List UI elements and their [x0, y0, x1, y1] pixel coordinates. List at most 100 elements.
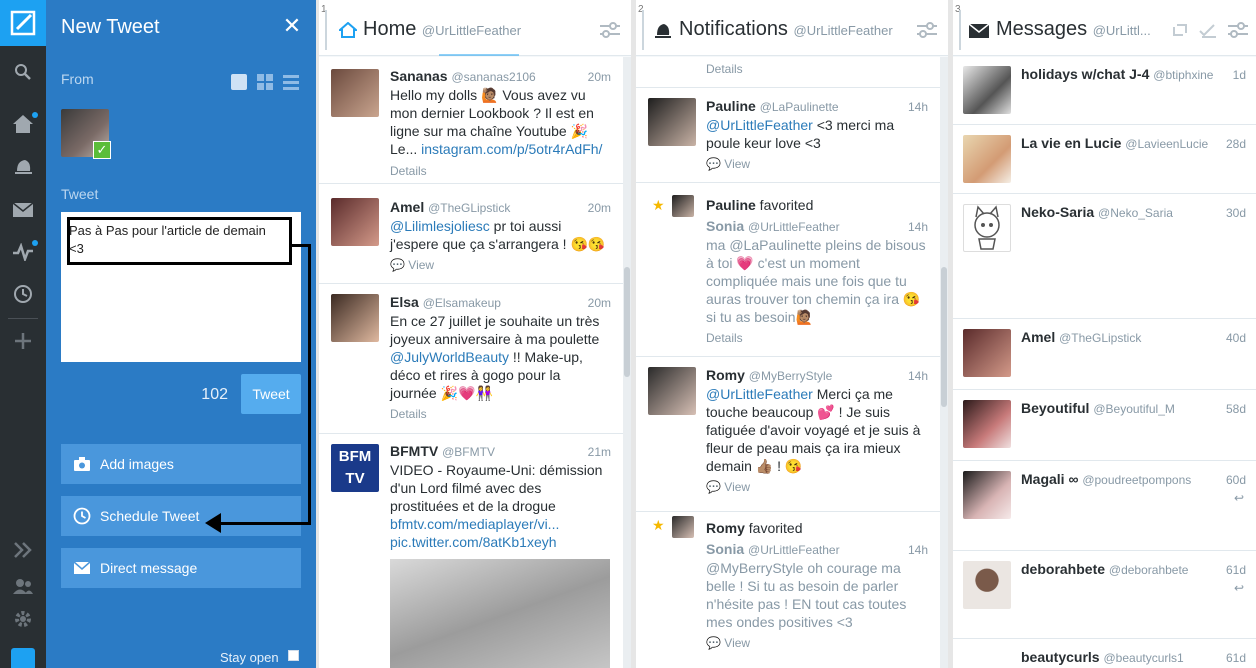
schedule-tweet-button[interactable]: Schedule Tweet [61, 496, 301, 536]
compose-icon[interactable] [0, 0, 46, 46]
message-thread[interactable]: Magali ∞ @poudreetpompons 60d ↩ [953, 461, 1256, 551]
close-icon[interactable]: ✕ [282, 14, 302, 38]
details-link[interactable]: Details [390, 407, 427, 421]
from-account-avatar[interactable]: ✓ [61, 109, 111, 159]
column-title[interactable]: Home @UrLittleFeather [363, 18, 521, 41]
column-settings-icon[interactable] [1227, 22, 1249, 38]
message-thread[interactable]: Beyoutiful @Beyoutiful_M 58d [953, 390, 1256, 461]
details-link[interactable]: Details [706, 62, 743, 76]
message-thread[interactable]: Amel @TheGLipstick 40d [953, 319, 1256, 390]
reply-icon[interactable]: ↩ [1234, 491, 1244, 505]
stay-open-checkbox[interactable] [288, 650, 299, 661]
tweet-time[interactable]: 21m [588, 445, 611, 459]
view-link[interactable]: 💬 View [706, 480, 750, 494]
tweet-author[interactable]: Sananas @sananas2106 [390, 68, 536, 84]
view-link[interactable]: 💬 View [706, 636, 750, 650]
tweet-time[interactable]: 20m [588, 201, 611, 215]
tweet-time[interactable]: 14h [908, 220, 928, 234]
favorite-actor[interactable]: Romy favorited [706, 520, 803, 536]
details-link[interactable]: Details [390, 164, 427, 178]
expand-icon[interactable] [0, 530, 46, 570]
user-avatar[interactable] [963, 471, 1011, 519]
tweet-item[interactable]: Sananas @sananas2106 20m Hello my dolls … [319, 57, 623, 184]
user-avatar[interactable] [648, 367, 696, 415]
message-thread[interactable]: La vie en Lucie @LavieenLucie 28d [953, 125, 1256, 194]
tweet-link[interactable]: instagram.com/p/5otr4rAdFh/ [421, 141, 602, 157]
search-icon[interactable] [0, 52, 46, 92]
scrollbar[interactable] [940, 57, 948, 668]
direct-message-button[interactable]: Direct message [61, 548, 301, 588]
tweet-author[interactable]: BFMTV @BFMTV [390, 443, 495, 459]
tweet-author[interactable]: Elsa @Elsamakeup [390, 294, 501, 310]
user-avatar[interactable] [331, 294, 379, 342]
column-title[interactable]: Messages @UrLittl... [996, 18, 1151, 41]
tweet-author[interactable]: Sonia @UrLittleFeather [706, 541, 840, 557]
activity-icon[interactable] [0, 232, 46, 272]
tweet-item[interactable]: Elsa @Elsamakeup 20m En ce 27 juillet je… [319, 284, 623, 434]
scheduled-icon[interactable] [0, 274, 46, 314]
message-thread[interactable]: Neko-Saria @Neko_Saria 30d [953, 194, 1256, 319]
column-title[interactable]: Notifications @UrLittleFeather [679, 18, 893, 41]
message-thread[interactable]: beautycurls @beautycurls1 61d [953, 639, 1256, 668]
notifications-icon[interactable] [0, 147, 46, 187]
add-column-icon[interactable] [0, 321, 46, 361]
tweet-button[interactable]: Tweet [241, 374, 301, 414]
user-avatar[interactable] [963, 204, 1011, 252]
user-avatar[interactable] [963, 329, 1011, 377]
add-images-button[interactable]: Add images [61, 444, 301, 484]
tweet-time[interactable]: 14h [908, 543, 928, 557]
favorite-actor[interactable]: Pauline favorited [706, 197, 813, 213]
view-link[interactable]: 💬 View [390, 258, 434, 272]
view-link[interactable]: 💬 View [706, 157, 750, 171]
notification-item[interactable]: ★ Romy favorited Sonia @UrLittleFeather … [636, 512, 940, 668]
messages-icon[interactable] [0, 190, 46, 230]
message-thread[interactable]: holidays w/chat J-4 @btiphxine 1d [953, 57, 1256, 125]
tweet-time[interactable]: 20m [588, 70, 611, 84]
user-avatar[interactable] [963, 135, 1011, 183]
mention-link[interactable]: @UrLittleFeather [706, 386, 813, 402]
actor-avatar[interactable] [672, 195, 694, 217]
tweet-author[interactable]: Amel @TheGLipstick [390, 199, 510, 215]
home-icon[interactable] [0, 104, 46, 144]
user-avatar[interactable] [331, 198, 379, 246]
notification-item[interactable]: Romy @MyBerryStyle 14h @UrLittleFeather … [636, 357, 940, 512]
bfmtv-logo[interactable]: BFM TV [331, 444, 379, 492]
single-view-icon[interactable] [231, 74, 247, 90]
notification-item[interactable]: ★ Pauline favorited Sonia @UrLittleFeath… [636, 183, 940, 357]
list-view-icon[interactable] [283, 74, 299, 90]
tweet-item[interactable]: BFM TV BFMTV @BFMTV 21m VIDEO - Royaume-… [319, 434, 623, 668]
tweet-media-image[interactable] [390, 559, 610, 668]
mention-link[interactable]: @JulyWorldBeauty [390, 349, 509, 365]
notification-item[interactable]: Pauline @LaPaulinette 14h @UrLittleFeath… [636, 88, 940, 183]
column-settings-icon[interactable] [916, 22, 938, 38]
retweet-icon[interactable] [1171, 23, 1189, 39]
tweet-link[interactable]: pic.twitter.com/8atKb1xeyh [390, 533, 615, 551]
mention-link[interactable]: @Lilimlesjoliesc [390, 218, 490, 234]
tweet-time[interactable]: 20m [588, 296, 611, 310]
mention-link[interactable]: @UrLittleFeather [706, 117, 813, 133]
tweet-time[interactable]: 14h [908, 369, 928, 383]
message-thread[interactable]: deborahbete @deborahbete 61d ↩ [953, 551, 1256, 639]
tweet-textarea[interactable]: Pas à Pas pour l'article de demain <3 [61, 212, 301, 362]
notification-item[interactable]: Details [636, 57, 940, 88]
reply-icon[interactable]: ↩ [1234, 581, 1244, 595]
user-avatar[interactable] [331, 69, 379, 117]
mark-read-icon[interactable] [1199, 23, 1217, 39]
user-avatar[interactable] [648, 98, 696, 146]
scrollbar[interactable] [623, 57, 631, 668]
details-link[interactable]: Details [706, 331, 743, 345]
tweet-author[interactable]: Sonia @UrLittleFeather [706, 218, 840, 234]
tweet-author[interactable]: Pauline @LaPaulinette [706, 98, 839, 114]
column-settings-icon[interactable] [599, 22, 621, 38]
actor-avatar[interactable] [672, 516, 694, 538]
user-avatar[interactable] [963, 561, 1011, 609]
user-avatar[interactable] [963, 400, 1011, 448]
tweet-author[interactable]: Romy @MyBerryStyle [706, 367, 832, 383]
grid-view-icon[interactable] [257, 74, 273, 90]
user-avatar[interactable] [963, 66, 1011, 114]
tweet-time[interactable]: 14h [908, 100, 928, 114]
tweet-link[interactable]: bfmtv.com/mediaplayer/vi... [390, 515, 615, 533]
twitter-icon[interactable] [0, 648, 46, 668]
settings-icon[interactable] [0, 599, 46, 639]
tweet-item[interactable]: Amel @TheGLipstick 20m @Lilimlesjoliesc … [319, 184, 623, 284]
